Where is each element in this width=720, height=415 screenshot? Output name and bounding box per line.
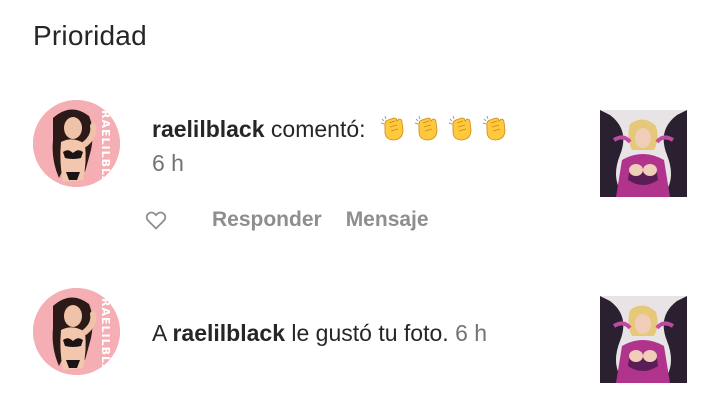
post-thumbnail[interactable] — [600, 296, 687, 383]
notification-text: A raelilblack le gustó tu foto. 6 h — [152, 318, 487, 348]
avatar-watermark: RAELILBLA — [99, 298, 112, 374]
clapping-hands-icon — [482, 115, 506, 141]
heart-icon[interactable] — [144, 208, 168, 232]
notification-like[interactable]: RAELILBLA A raelilblack le gustó tu foto… — [0, 288, 720, 388]
reply-button[interactable]: Responder — [212, 208, 322, 232]
like-prefix: A — [152, 320, 173, 346]
username-link[interactable]: raelilblack — [172, 320, 285, 346]
clapping-hands-icon — [414, 115, 438, 141]
section-title: Prioridad — [33, 20, 147, 51]
post-thumbnail[interactable] — [600, 110, 687, 197]
like-verb: le gustó tu foto. — [285, 320, 449, 346]
photo-thumbnail-icon — [600, 110, 687, 197]
clapping-hands-icon — [448, 115, 472, 141]
timestamp: 6 h — [455, 320, 488, 346]
username-link[interactable]: raelilblack — [152, 116, 265, 142]
notification-text: raelilblack comentó: — [152, 114, 510, 146]
notification-comment[interactable]: RAELILBLA raelilblack comentó: 6 h Respo… — [0, 98, 720, 248]
avatar-watermark: RAELILBLA — [99, 110, 112, 186]
clapping-hands-icon — [380, 115, 404, 141]
comment-actions: Responder Mensaje — [144, 206, 429, 234]
timestamp: 6 h — [152, 150, 184, 176]
avatar[interactable]: RAELILBLA — [33, 288, 120, 375]
comment-verb: comentó: — [264, 116, 366, 142]
message-button[interactable]: Mensaje — [346, 208, 429, 232]
comment-emojis — [378, 113, 510, 143]
photo-thumbnail-icon — [600, 296, 687, 383]
avatar[interactable]: RAELILBLA — [33, 100, 120, 187]
